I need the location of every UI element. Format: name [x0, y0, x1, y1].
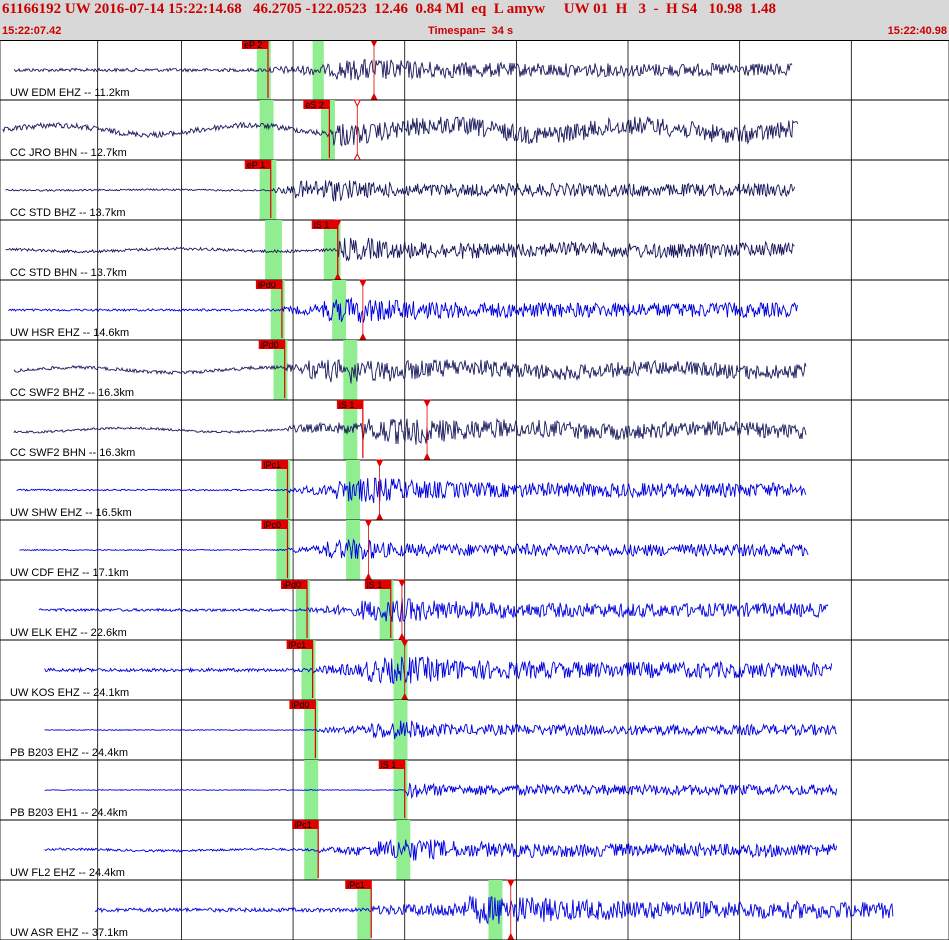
trace-row: iPd0 PB B203 EHZ -- 24.4km [0, 700, 949, 761]
amplitude-marker-bottom [375, 512, 384, 521]
trace-row: eP 1 CC STD BHZ -- 13.7km [0, 160, 949, 221]
pick-label: iPc1 [347, 880, 365, 890]
pick-label: iS 1 [314, 220, 330, 230]
waveform [5, 237, 795, 262]
trace-label: CC JRO BHN -- 12.7km [10, 147, 127, 159]
trace-label: UW EDM EHZ -- 11.2km [10, 87, 130, 99]
waveform [13, 359, 807, 384]
trace-label: PB B203 EH1 -- 24.4km [10, 807, 127, 819]
waveform [2, 116, 799, 147]
timespan-label: Timespan= 34 s [428, 25, 514, 37]
event-header: 61166192 UW 2016-07-14 15:22:14.68 46.27… [0, 0, 949, 40]
trace-label: UW ELK EHZ -- 22.6km [10, 627, 127, 639]
pick-label: iPd0 [258, 280, 276, 290]
pick-label: iPc1 [263, 460, 281, 470]
time-start-label: 15:22:07.42 [2, 25, 62, 37]
pick-label: iS 1 [339, 400, 355, 410]
waveform [44, 782, 838, 799]
trace-row: eS 2 CC JRO BHN -- 12.7km [0, 99, 949, 161]
trace-row: iPc1 UW ASR EHZ -- 37.1km [0, 879, 949, 940]
amplitude-marker-bottom [423, 452, 431, 461]
pick-window [265, 220, 282, 280]
trace-row: iS 1 CC STD BHN -- 13.7km [0, 219, 949, 281]
amplitude-marker-top [423, 399, 431, 408]
pick-window [393, 640, 408, 700]
amplitude-marker-top [398, 579, 406, 588]
amplitude-marker-bottom [353, 152, 362, 161]
trace-label: CC SWF2 BHN -- 16.3km [10, 447, 135, 459]
pick-label: iPc1 [289, 640, 307, 650]
waveform [8, 296, 798, 323]
pick-label: iPd0 [283, 580, 301, 590]
pick-label: eP 2 [244, 40, 262, 50]
pick-label: iPc1 [294, 820, 312, 830]
amplitude-marker-bottom [507, 932, 515, 940]
pick-label: eS 2 [305, 100, 324, 110]
pick-label: iPd0 [261, 340, 279, 350]
trace-label: UW ASR EHZ -- 37.1km [10, 927, 128, 939]
trace-label: UW KOS EHZ -- 24.1km [10, 687, 129, 699]
time-end-label: 15:22:40.98 [887, 25, 947, 37]
trace-row: iPd0 CC SWF2 BHZ -- 16.3km [0, 340, 949, 401]
pick-label: iS 1 [381, 760, 397, 770]
pick-label: eP 1 [247, 160, 265, 170]
amplitude-marker-bottom [359, 332, 367, 341]
trace-row: iS 1 CC SWF2 BHN -- 16.3km [0, 399, 949, 461]
trace-row: eP 2 UW EDM EHZ -- 11.2km [0, 40, 949, 101]
trace-row: iPc1 UW FL2 EHZ -- 24.4km [0, 820, 949, 881]
trace-label: CC STD BHN -- 13.7km [10, 267, 127, 279]
amplitude-marker-top [364, 519, 373, 528]
amplitude-marker-top [353, 99, 362, 108]
pick-label: iS 1 [367, 580, 383, 590]
waveform [13, 58, 793, 81]
waveform [19, 538, 809, 560]
seismogram-panel: eP 2 UW EDM EHZ -- 11.2km eS 2 CC JRO BHN -… [0, 40, 949, 940]
trace-row: iPc0 UW CDF EHZ -- 17.1km [0, 519, 949, 581]
pick-window [259, 100, 274, 160]
trace-label: UW FL2 EHZ -- 24.4km [10, 867, 125, 879]
waveform [38, 597, 829, 623]
trace-label: UW SHW EHZ -- 16.5km [10, 507, 132, 519]
trace-label: PB B203 EHZ -- 24.4km [10, 747, 128, 759]
trace-row: iPd0 iS 1 UW ELK EHZ -- 22.6km [0, 579, 949, 641]
amplitude-marker-bottom [370, 92, 378, 101]
trace-label: CC STD BHZ -- 13.7km [10, 207, 126, 219]
waveform [5, 180, 796, 202]
trace-row: iPc1 UW SHW EHZ -- 16.5km [0, 459, 949, 521]
pick-label: iPc0 [263, 520, 281, 530]
event-title: 61166192 UW 2016-07-14 15:22:14.68 46.27… [2, 1, 777, 17]
trace-row: iPd0 UW HSR EHZ -- 14.6km [0, 279, 949, 341]
amplitude-marker-top [375, 459, 384, 468]
amplitude-marker-top [506, 879, 515, 888]
trace-label: UW CDF EHZ -- 17.1km [10, 567, 129, 579]
trace-label: UW HSR EHZ -- 14.6km [10, 327, 129, 339]
waveform [44, 655, 833, 685]
pick-label: iPd0 [291, 700, 309, 710]
trace-row: iPc1 UW KOS EHZ -- 24.1km [0, 639, 949, 701]
waveform [44, 720, 837, 740]
waveform [16, 477, 807, 504]
waveform [44, 838, 838, 861]
trace-label: CC SWF2 BHZ -- 16.3km [10, 387, 134, 399]
amplitude-marker-bottom [398, 632, 406, 641]
waveform [13, 417, 807, 445]
amplitude-marker-top [359, 279, 367, 288]
trace-row: iS 1 PB B203 EH1 -- 24.4km [0, 760, 949, 821]
